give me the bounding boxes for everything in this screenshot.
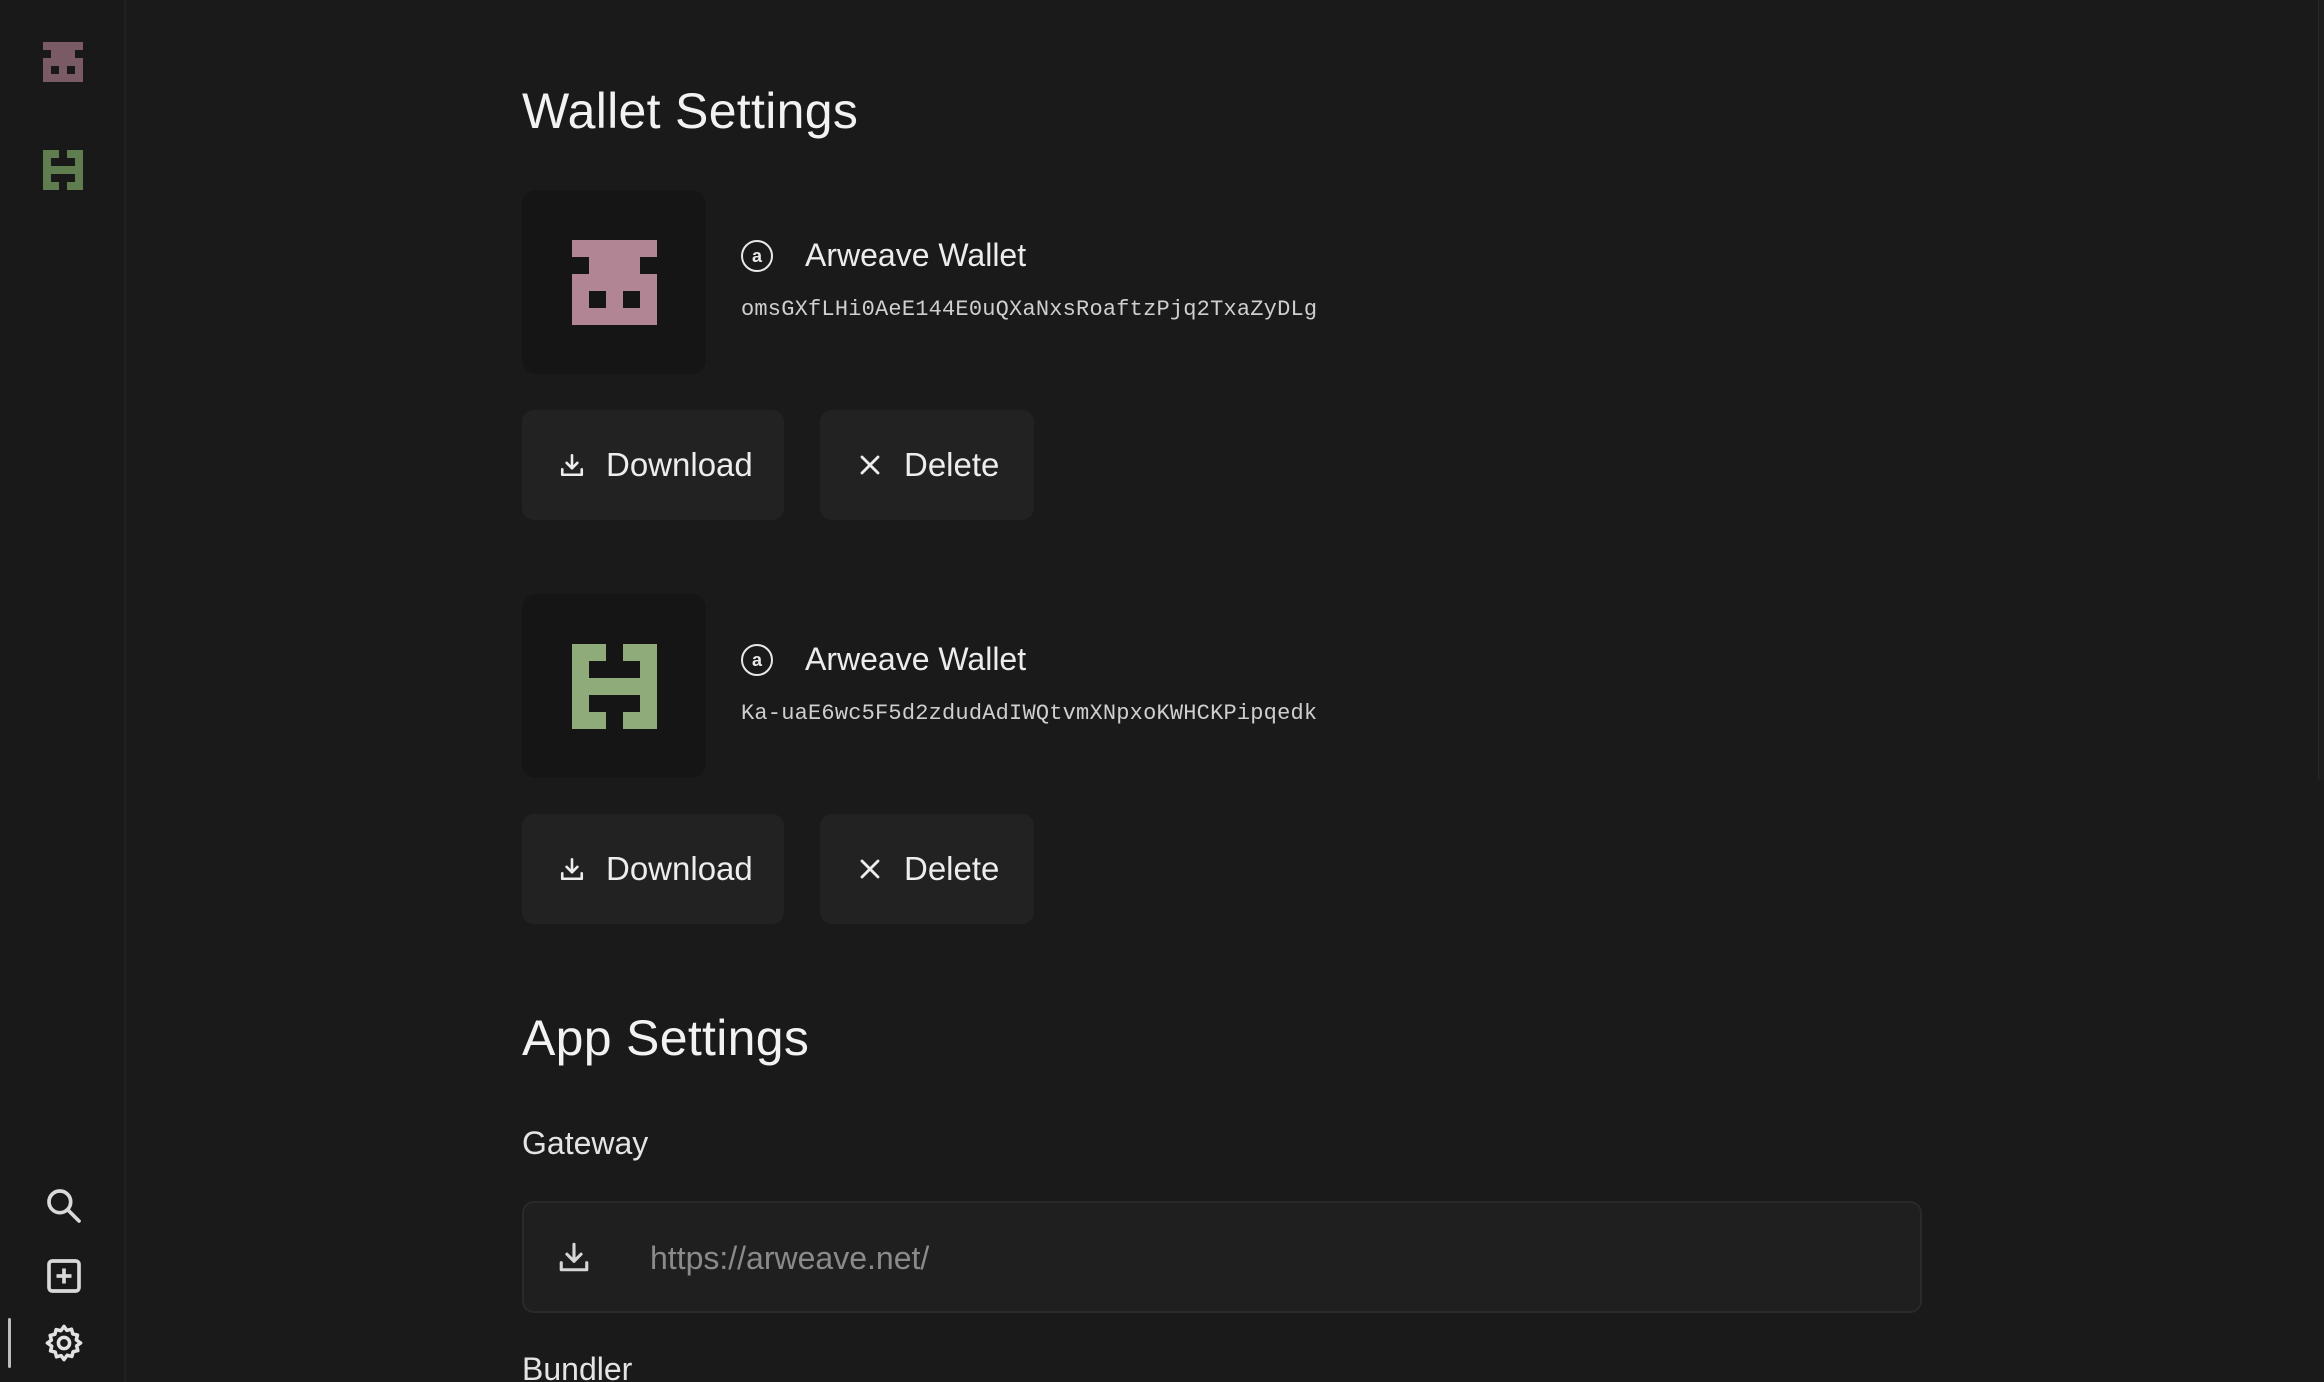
sidebar-active-indicator <box>8 1318 11 1368</box>
delete-label: Delete <box>904 850 1000 887</box>
wallet-2-download-button[interactable]: Download <box>522 814 784 924</box>
sidebar-settings-button[interactable] <box>40 1319 88 1367</box>
wallet-2-delete-button[interactable]: Delete <box>820 814 1034 924</box>
wallet-settings-title: Wallet Settings <box>522 83 859 139</box>
wallet-2-name: Arweave Wallet <box>805 641 1027 677</box>
arweave-logo-icon: a <box>741 644 773 676</box>
wallet-1-delete-button[interactable]: Delete <box>820 410 1034 520</box>
gear-icon <box>45 1324 83 1362</box>
wallet-1-name: Arweave Wallet <box>805 237 1027 273</box>
search-icon <box>47 1189 81 1223</box>
gateway-input[interactable] <box>648 1203 1892 1313</box>
sidebar <box>0 0 126 1382</box>
wallet-2-address: Ka-uaE6wc5F5d2zdudAdIWQtvmXNpxoKWHCKPipq… <box>741 701 1318 726</box>
sidebar-wallet-2-avatar[interactable] <box>43 150 83 190</box>
gateway-label: Gateway <box>522 1125 649 1161</box>
arweave-logo-icon: a <box>741 240 773 272</box>
wallet-identicon-pink-icon <box>571 239 657 325</box>
scrollbar[interactable] <box>2318 0 2324 780</box>
download-icon <box>558 451 586 479</box>
arweave-badge-letter: a <box>751 650 762 670</box>
download-label: Download <box>606 850 753 887</box>
wallet-1-identicon <box>522 190 706 374</box>
app-window: Wallet Settings a Arweave Wallet omsGXfL… <box>0 0 2324 1382</box>
wallet-1-download-button[interactable]: Download <box>522 410 784 520</box>
close-icon <box>856 451 884 479</box>
wallet-identicon-pink-icon <box>43 42 83 82</box>
arweave-badge-letter: a <box>751 246 762 266</box>
gateway-field <box>522 1201 1922 1313</box>
app-settings-title: App Settings <box>522 1010 810 1066</box>
gateway-download-icon[interactable] <box>554 1237 594 1277</box>
close-icon <box>856 855 884 883</box>
download-label: Download <box>606 446 753 483</box>
sidebar-add-button[interactable] <box>40 1252 88 1300</box>
wallet-1-address: omsGXfLHi0AeE144E0uQXaNxsRoaftzPjq2TxaZy… <box>741 297 1318 322</box>
wallet-identicon-green-icon <box>43 150 83 190</box>
sidebar-wallet-1-avatar[interactable] <box>43 42 83 82</box>
wallet-2-identicon <box>522 594 706 778</box>
download-icon <box>558 855 586 883</box>
sidebar-search-button[interactable] <box>40 1182 88 1230</box>
bundler-label: Bundler <box>522 1351 633 1382</box>
add-square-icon <box>47 1259 81 1293</box>
wallet-identicon-green-icon <box>571 643 657 729</box>
delete-label: Delete <box>904 446 1000 483</box>
